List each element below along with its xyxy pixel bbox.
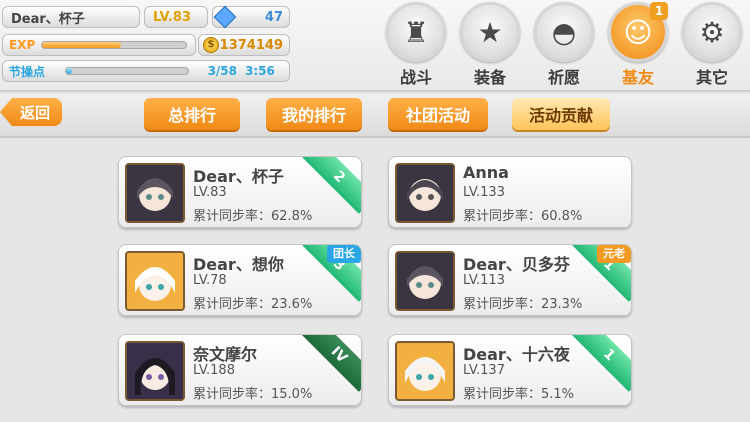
rank-value: IV — [327, 343, 351, 367]
member-card[interactable]: Dear、想你 LV.78 累计同步率：23.6% 3 团长 — [118, 244, 362, 316]
exp-display: EXP — [2, 34, 196, 56]
member-name: Dear、杯子 — [193, 167, 284, 186]
tab-activity-contribution[interactable]: 活动贡献 — [512, 98, 610, 130]
exp-bar — [41, 41, 187, 49]
member-card[interactable]: Dear、杯子 LV.83 累计同步率：62.8% 2 — [118, 156, 362, 228]
avatar — [395, 341, 455, 401]
player-name: Dear、杯子 — [2, 6, 140, 28]
gem-counter[interactable]: 47 — [212, 5, 290, 29]
member-level: LV.78 — [193, 273, 227, 288]
status-bar: Dear、杯子 LV.83 47 EXP $ 1374149 节操点 3/58 … — [0, 0, 750, 92]
stamina-display: 节操点 3/58 3:56 — [2, 60, 290, 82]
player-level: LV.83 — [144, 6, 208, 28]
castle-icon: ♜ — [386, 2, 446, 62]
member-name: Dear、十六夜 — [463, 345, 570, 364]
member-sync-rate: 累计同步率：62.8% — [193, 209, 313, 224]
member-sync-rate: 累计同步率：23.6% — [193, 297, 313, 312]
member-sync-rate: 累计同步率：5.1% — [463, 387, 575, 402]
gem-count: 47 — [264, 9, 283, 25]
nav-battle[interactable]: ♜ 战斗 — [384, 2, 448, 90]
avatar — [125, 341, 185, 401]
notification-badge: 1 — [650, 2, 668, 20]
role-badge: 团长 — [327, 245, 361, 263]
stamina-label: 节操点 — [9, 64, 46, 79]
member-level: LV.188 — [193, 363, 235, 378]
member-sync-rate: 累计同步率：60.8% — [463, 209, 583, 224]
tab-club-activity[interactable]: 社团活动 — [388, 98, 488, 130]
member-card[interactable]: Dear、贝多芬 LV.113 累计同步率：23.3% 1 元老 — [388, 244, 632, 316]
member-level: LV.133 — [463, 185, 505, 200]
member-sync-rate: 累计同步率：23.3% — [463, 297, 583, 312]
member-name: Dear、贝多芬 — [463, 255, 570, 274]
exp-label: EXP — [9, 38, 36, 52]
avatar — [395, 163, 455, 223]
nav-label: 祈愿 — [547, 68, 580, 87]
tab-total-ranking[interactable]: 总排行 — [144, 98, 240, 130]
stamina-bar — [65, 67, 189, 75]
member-name: Dear、想你 — [193, 255, 284, 274]
member-card[interactable]: Dear、十六夜 LV.137 累计同步率：5.1% 1 — [388, 334, 632, 406]
member-level: LV.137 — [463, 363, 505, 378]
nav-equipment[interactable]: ★ 装备 — [458, 2, 522, 90]
nav-label: 其它 — [695, 68, 728, 87]
nav-other[interactable]: ⚙ 其它 — [680, 2, 744, 90]
exp-bar-fill — [42, 42, 122, 48]
gem-icon — [213, 5, 237, 29]
rank-value: 2 — [329, 167, 349, 187]
star-gun-icon: ★ — [460, 2, 520, 62]
coin-icon: $ — [203, 37, 219, 53]
member-level: LV.83 — [193, 185, 227, 200]
stamina-value: 3/58 — [207, 64, 237, 78]
avatar — [395, 251, 455, 311]
nav-friends[interactable]: ☺ 基友 1 — [606, 2, 670, 90]
nav-label: 基友 — [621, 68, 654, 87]
member-card[interactable]: Anna LV.133 累计同步率：60.8% — [388, 156, 632, 228]
coin-count: 1374149 — [219, 37, 283, 53]
rank-value: 1 — [599, 345, 619, 365]
member-name: 奈文摩尔 — [193, 345, 258, 364]
coin-counter[interactable]: $ 1374149 — [198, 34, 290, 56]
back-button[interactable]: 返回 — [0, 98, 62, 126]
role-badge: 元老 — [597, 245, 631, 263]
member-sync-rate: 累计同步率：15.0% — [193, 387, 313, 402]
avatar — [125, 251, 185, 311]
tab-row: 返回 总排行 我的排行 社团活动 活动贡献 — [0, 94, 750, 138]
nav-label: 战斗 — [399, 68, 432, 87]
nav-label: 装备 — [473, 68, 506, 87]
egg-icon: ◓ — [534, 2, 594, 62]
gear-icon: ⚙ — [682, 2, 742, 62]
stamina-bar-fill — [66, 68, 73, 74]
stamina-timer: 3:56 — [245, 64, 275, 78]
avatar — [125, 163, 185, 223]
rank-ribbon: 1 — [572, 335, 631, 392]
member-card[interactable]: 奈文摩尔 LV.188 累计同步率：15.0% IV — [118, 334, 362, 406]
member-name: Anna — [463, 163, 509, 182]
tab-my-ranking[interactable]: 我的排行 — [266, 98, 362, 130]
member-level: LV.113 — [463, 273, 505, 288]
nav-wish[interactable]: ◓ 祈愿 — [532, 2, 596, 90]
